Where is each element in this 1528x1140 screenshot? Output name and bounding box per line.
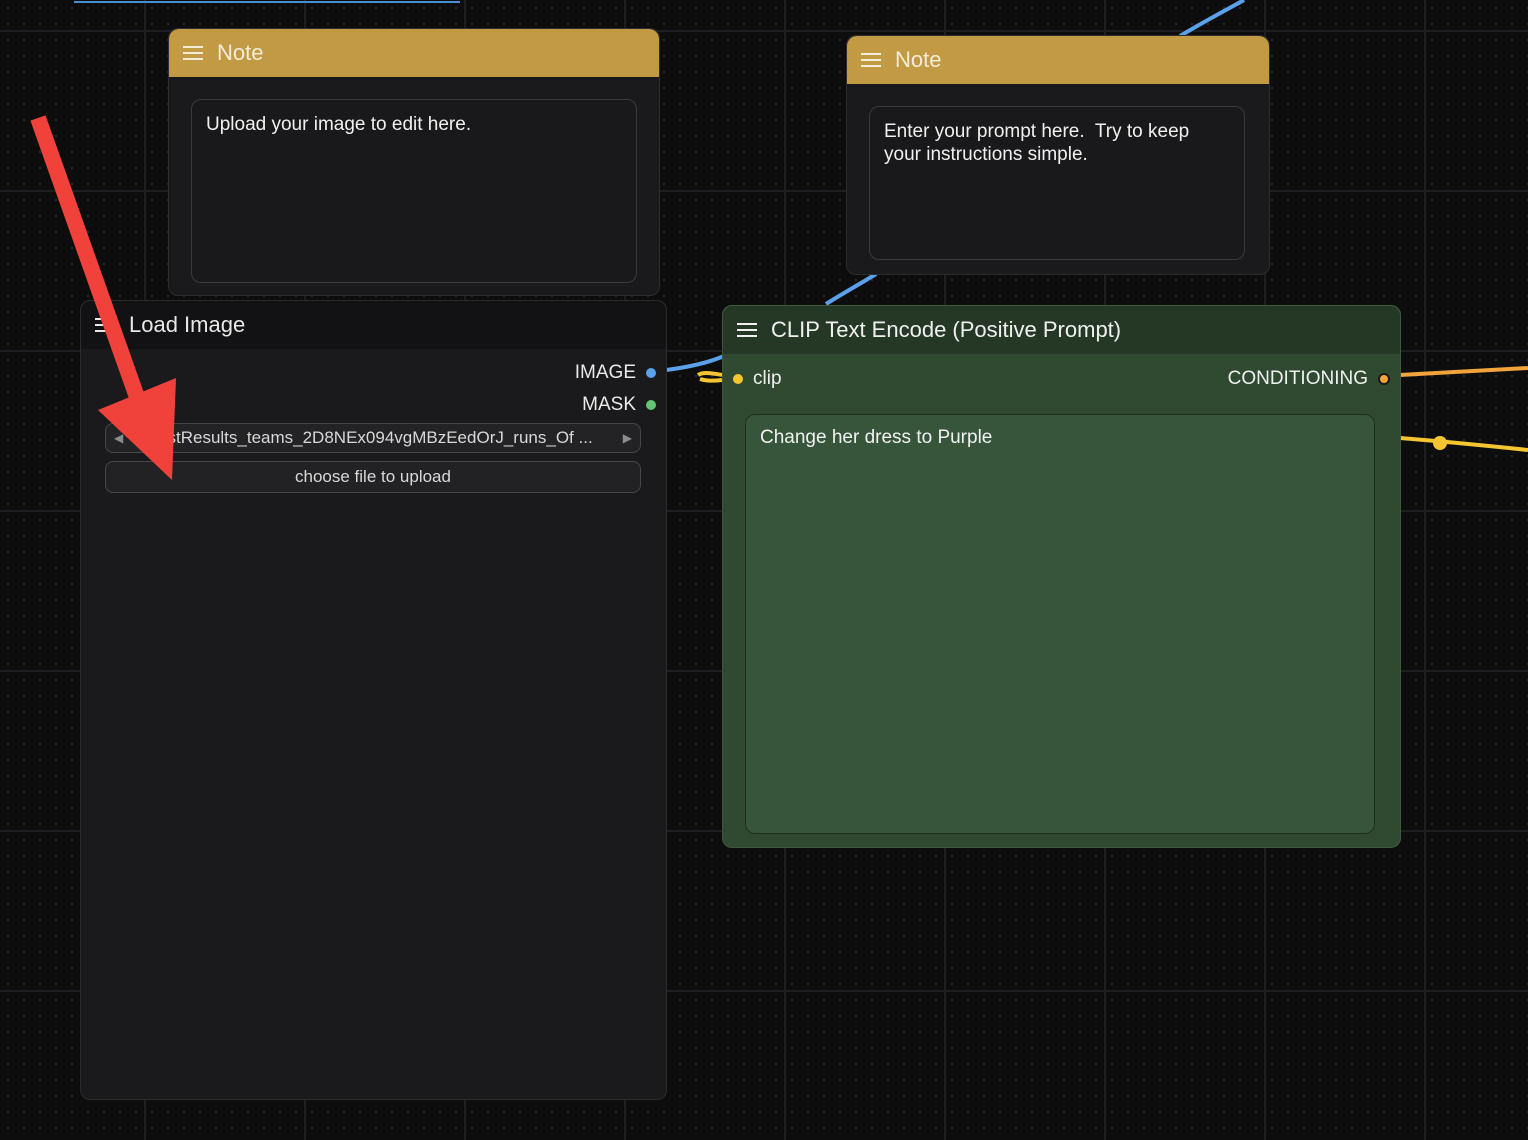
image-slot-dot[interactable] [646,368,656,378]
slot-label: MASK [582,394,636,415]
mask-slot-dot[interactable] [646,400,656,410]
note-header[interactable]: Note [847,36,1269,84]
clip-wire-right [1399,436,1528,452]
slot-label: IMAGE [574,362,636,383]
node-header[interactable]: CLIP Text Encode (Positive Prompt) [723,306,1400,354]
input-slot-clip[interactable]: clip [733,368,782,390]
node-title: CLIP Text Encode (Positive Prompt) [771,317,1122,342]
chevron-right-icon[interactable]: ▶ [623,424,632,452]
clip-text-encode-node[interactable]: CLIP Text Encode (Positive Prompt) clip … [722,305,1401,848]
note-textarea[interactable]: Enter your prompt here. Try to keep your… [869,106,1245,260]
clip-slot-dot[interactable] [733,374,743,384]
menu-icon[interactable] [861,52,881,68]
note-title: Note [895,47,942,72]
menu-icon[interactable] [737,322,757,338]
image-wire-bottom [665,354,725,372]
prompt-textarea[interactable]: Change her dress to Purple [745,414,1375,834]
wire-reroute-dot[interactable] [1433,436,1447,450]
output-slot-mask[interactable]: MASK [582,394,656,416]
slot-label: CONDITIONING [1227,368,1368,389]
slot-label: clip [753,368,782,389]
output-slot-image[interactable]: IMAGE [575,362,656,384]
image-wire-mid [824,272,878,306]
conditioning-slot-dot[interactable] [1378,373,1390,385]
annotation-arrow-icon [30,115,176,480]
clip-wire [696,370,725,383]
output-slot-conditioning[interactable]: CONDITIONING [1228,368,1390,390]
note-node-prompt[interactable]: Note Enter your prompt here. Try to keep… [846,35,1270,275]
image-wire-top [1178,0,1245,38]
conditioning-wire [1399,366,1528,377]
